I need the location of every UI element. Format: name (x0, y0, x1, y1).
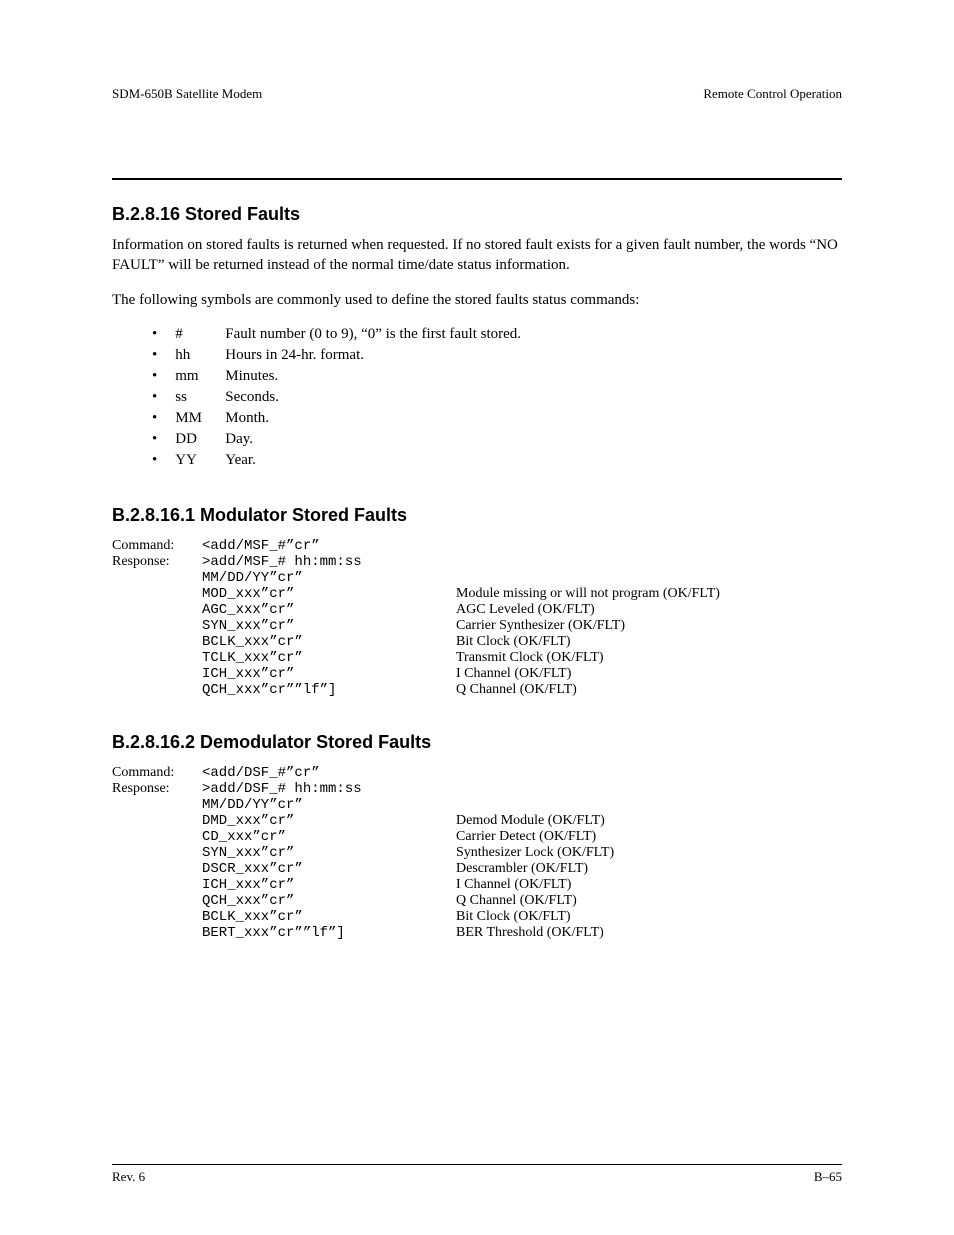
resp-desc: Synthesizer Lock (OK/FLT) (456, 845, 842, 861)
subsection-heading-modulator: B.2.8.16.1 Modulator Stored Faults (112, 505, 842, 526)
page-footer: Rev. 6 B–65 (112, 1164, 842, 1185)
list-item: MMMonth. (152, 408, 842, 429)
resp-desc: Bit Clock (OK/FLT) (456, 634, 842, 650)
command-block-modulator: Command: <add/MSF_#”cr” Response: >add/M… (112, 538, 842, 698)
page-header: SDM-650B Satellite Modem Remote Control … (112, 86, 842, 102)
resp-desc: Bit Clock (OK/FLT) (456, 909, 842, 925)
resp-code: ICH_xxx”cr” (202, 666, 456, 682)
symbol-code: DD (175, 429, 225, 450)
list-item: DDDay. (152, 429, 842, 450)
resp-code: BCLK_xxx”cr” (202, 909, 456, 925)
header-left: SDM-650B Satellite Modem (112, 86, 262, 102)
list-item: mmMinutes. (152, 366, 842, 387)
section-heading-stored-faults: B.2.8.16 Stored Faults (112, 204, 842, 225)
resp-code: DSCR_xxx”cr” (202, 861, 456, 877)
list-item: YYYear. (152, 450, 842, 471)
symbol-code: hh (175, 345, 225, 366)
command-row: Command: <add/DSF_#”cr” (112, 765, 842, 781)
resp-code: TCLK_xxx”cr” (202, 650, 456, 666)
response-row: Response: >add/DSF_# hh:mm:ss MM/DD/YY”c… (112, 781, 842, 941)
resp-desc: Q Channel (OK/FLT) (456, 682, 842, 698)
subsection-heading-demodulator: B.2.8.16.2 Demodulator Stored Faults (112, 732, 842, 753)
symbol-code: YY (175, 450, 225, 471)
resp-code: SYN_xxx”cr” (202, 618, 456, 634)
resp-desc: I Channel (OK/FLT) (456, 666, 842, 682)
resp-desc: Descrambler (OK/FLT) (456, 861, 842, 877)
symbol-desc: Minutes. (225, 366, 278, 387)
resp-desc: AGC Leveled (OK/FLT) (456, 602, 842, 618)
resp-desc: Transmit Clock (OK/FLT) (456, 650, 842, 666)
header-rule (112, 178, 842, 180)
list-item: hhHours in 24-hr. format. (152, 345, 842, 366)
response-body: >add/MSF_# hh:mm:ss MM/DD/YY”cr” MOD_xxx… (202, 554, 842, 698)
resp-desc: Carrier Synthesizer (OK/FLT) (456, 618, 842, 634)
resp-desc: BER Threshold (OK/FLT) (456, 925, 842, 941)
command-block-demodulator: Command: <add/DSF_#”cr” Response: >add/D… (112, 765, 842, 941)
list-item: #Fault number (0 to 9), “0” is the first… (152, 324, 842, 345)
footer-left: Rev. 6 (112, 1169, 145, 1185)
resp-code: ICH_xxx”cr” (202, 877, 456, 893)
response-row: Response: >add/MSF_# hh:mm:ss MM/DD/YY”c… (112, 554, 842, 698)
command-row: Command: <add/MSF_#”cr” (112, 538, 842, 554)
symbol-desc: Fault number (0 to 9), “0” is the first … (225, 324, 521, 345)
resp-desc: Module missing or will not program (OK/F… (456, 586, 842, 602)
symbol-desc: Day. (225, 429, 253, 450)
symbol-desc: Month. (225, 408, 269, 429)
list-item: ssSeconds. (152, 387, 842, 408)
command-text: <add/MSF_#”cr” (202, 538, 320, 554)
resp-code: MOD_xxx”cr” (202, 586, 456, 602)
footer-rule (112, 1164, 842, 1165)
resp-code: DMD_xxx”cr” (202, 813, 456, 829)
symbol-code: # (175, 324, 225, 345)
symbol-code: MM (175, 408, 225, 429)
command-label: Command: (112, 538, 202, 554)
resp-desc: Carrier Detect (OK/FLT) (456, 829, 842, 845)
symbol-code: mm (175, 366, 225, 387)
resp-code: QCH_xxx”cr” (202, 893, 456, 909)
response-header: >add/MSF_# hh:mm:ss MM/DD/YY”cr” (202, 554, 456, 586)
symbol-desc: Seconds. (225, 387, 279, 408)
response-body: >add/DSF_# hh:mm:ss MM/DD/YY”cr” DMD_xxx… (202, 781, 842, 941)
resp-code: AGC_xxx”cr” (202, 602, 456, 618)
resp-code: QCH_xxx”cr””lf”] (202, 682, 456, 698)
resp-code: BCLK_xxx”cr” (202, 634, 456, 650)
resp-desc: Q Channel (OK/FLT) (456, 893, 842, 909)
paragraph-intro-2: The following symbols are commonly used … (112, 290, 842, 310)
resp-code: CD_xxx”cr” (202, 829, 456, 845)
command-text: <add/DSF_#”cr” (202, 765, 320, 781)
symbol-code: ss (175, 387, 225, 408)
resp-desc: I Channel (OK/FLT) (456, 877, 842, 893)
header-right: Remote Control Operation (703, 86, 842, 102)
footer-right: B–65 (814, 1169, 842, 1185)
symbol-list: #Fault number (0 to 9), “0” is the first… (152, 324, 842, 471)
command-label: Command: (112, 765, 202, 781)
symbol-desc: Year. (225, 450, 256, 471)
paragraph-intro-1: Information on stored faults is returned… (112, 235, 842, 276)
resp-desc: Demod Module (OK/FLT) (456, 813, 842, 829)
response-label: Response: (112, 554, 202, 570)
resp-code: SYN_xxx”cr” (202, 845, 456, 861)
symbol-desc: Hours in 24-hr. format. (225, 345, 364, 366)
response-label: Response: (112, 781, 202, 797)
response-header: >add/DSF_# hh:mm:ss MM/DD/YY”cr” (202, 781, 456, 813)
resp-code: BERT_xxx”cr””lf”] (202, 925, 456, 941)
